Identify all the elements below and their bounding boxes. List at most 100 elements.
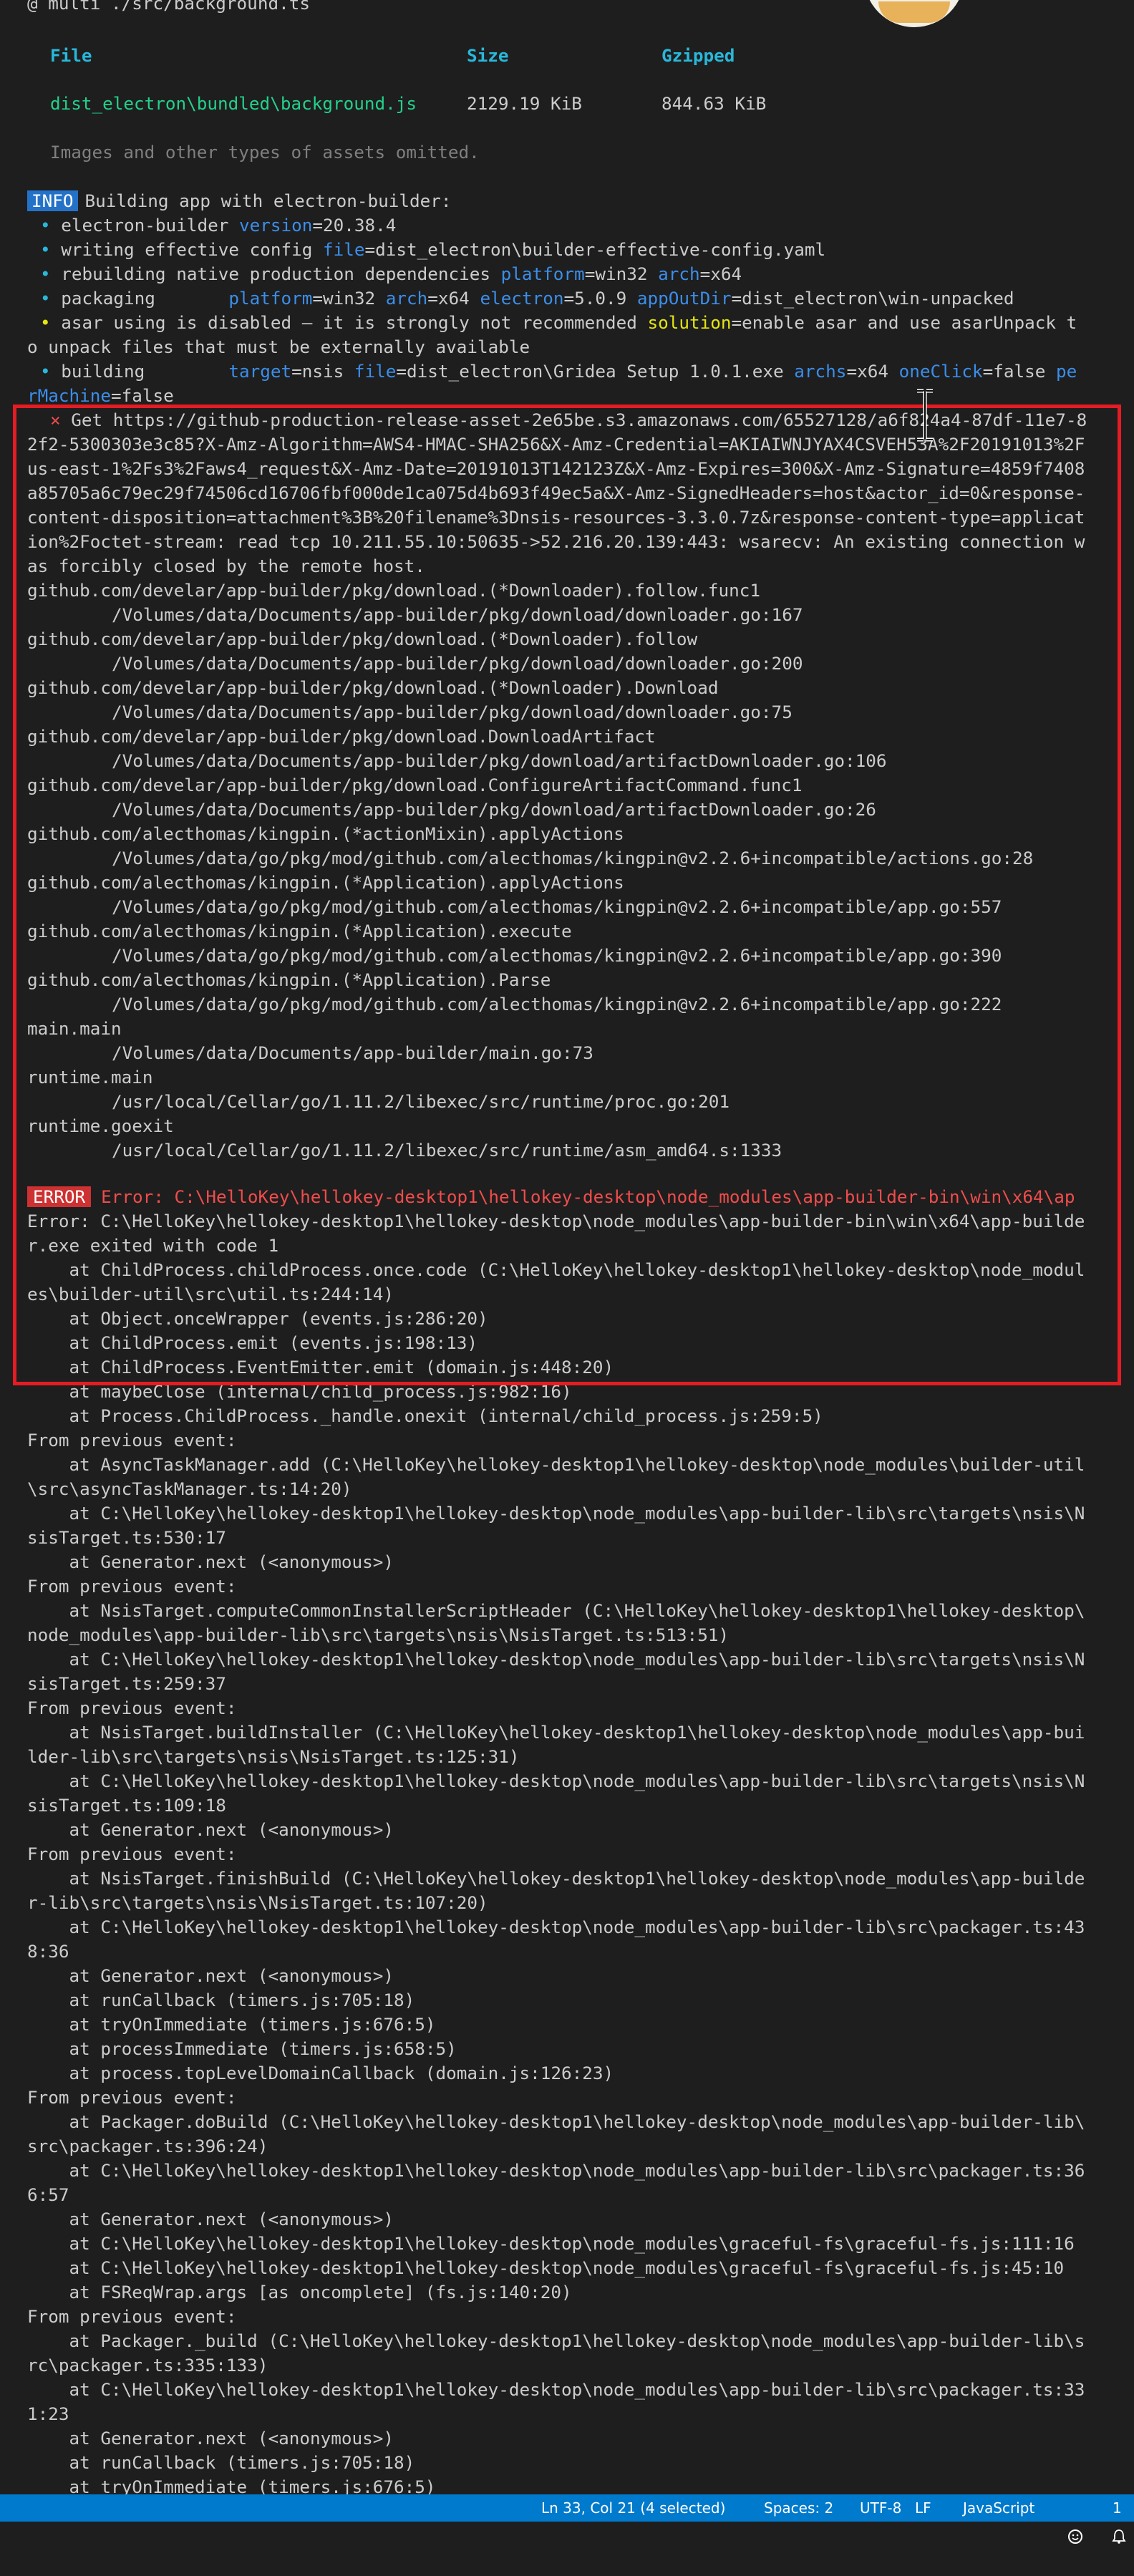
stack-file-path: /Volumes/data/Documents/app-builder/pkg/… (112, 799, 876, 820)
eb-line-building-cont: rMachine=false (27, 385, 174, 406)
trace-line: 8:36 (27, 1941, 69, 1962)
eb-line-version: • electron-builder version=20.38.4 (40, 215, 397, 236)
stack-file-path: /Volumes/data/Documents/app-builder/pkg/… (112, 604, 803, 625)
trace-line: at C:\HelloKey\hellokey-desktop1\helloke… (27, 1503, 1085, 1524)
stack-file-path: /Volumes/data/go/pkg/mod/github.com/alec… (112, 896, 1002, 917)
terminal-panel[interactable]: @ multi ./src/background.ts File Size Gzip… (0, 0, 1134, 2494)
stack-file-path: /usr/local/Cellar/go/1.11.2/libexec/src/… (112, 1091, 730, 1112)
indentation-setting[interactable]: Spaces: 2 (764, 2494, 833, 2522)
fail-mark-icon: × (50, 410, 61, 430)
end-of-line[interactable]: LF (915, 2494, 931, 2522)
download-fail-line: 2f2-5300303e3c85?X-Amz-Algorithm=AWS4-HM… (27, 434, 1085, 455)
trace-line: at ChildProcess.EventEmitter.emit (domai… (27, 1357, 614, 1377)
trace-line: at AsyncTaskManager.add (C:\HelloKey\hel… (27, 1454, 1085, 1475)
trace-line: at Object.onceWrapper (events.js:286:20) (27, 1308, 488, 1329)
trace-line: r-lib\src\targets\nsis\NsisTarget.ts:107… (27, 1892, 488, 1913)
stack-function: runtime.goexit (27, 1115, 174, 1136)
stack-function: runtime.main (27, 1067, 153, 1088)
stack-function: main.main (27, 1018, 122, 1039)
webpack-entry-line: @ multi ./src/background.ts (27, 0, 310, 14)
trace-line: 6:57 (27, 2184, 69, 2205)
trace-line: \src\asyncTaskManager.ts:14:20) (27, 1478, 352, 1499)
stack-function: github.com/develar/app-builder/pkg/downl… (27, 775, 803, 795)
trace-line: at Generator.next (<anonymous>) (27, 2209, 394, 2229)
trace-line: at Packager.doBuild (C:\HelloKey\helloke… (27, 2111, 1085, 2132)
stack-file-path: /Volumes/data/go/pkg/mod/github.com/alec… (112, 994, 1002, 1015)
trace-line: From previous event: (27, 1844, 237, 1864)
stack-file-path: /Volumes/data/Documents/app-builder/main… (112, 1042, 593, 1063)
stack-file-path: /Volumes/data/Documents/app-builder/pkg/… (112, 750, 887, 771)
stack-function: github.com/develar/app-builder/pkg/downl… (27, 629, 698, 649)
stack-function: github.com/develar/app-builder/pkg/downl… (27, 726, 656, 747)
trace-line: es\builder-util\src\util.ts:244:14) (27, 1284, 394, 1304)
assets-table-header: File Size Gzipped (27, 44, 1115, 68)
notification-count: 1 (1113, 2499, 1122, 2517)
asset-gzipped-size: 844.63 KiB (662, 93, 767, 114)
file-encoding[interactable]: UTF-8 (860, 2494, 901, 2522)
eb-line-asar-warning: • asar using is disabled — it is strongl… (40, 312, 1077, 333)
stack-function: github.com/alecthomas/kingpin.(*actionMi… (27, 823, 624, 844)
stack-function: github.com/develar/app-builder/pkg/downl… (27, 580, 760, 601)
info-badge: INFO (27, 190, 78, 211)
asset-file-name: dist_electron\bundled\background.js (50, 93, 417, 114)
download-fail-line: as forcibly closed by the remote host. (27, 556, 425, 576)
trace-line: src\packager.ts:396:24) (27, 2136, 268, 2156)
eb-line-asar-warning-cont: o unpack files that must be externally a… (27, 336, 530, 357)
language-mode[interactable]: JavaScript (963, 2494, 1034, 2522)
status-bar: Ln 33, Col 21 (4 selected) Spaces: 2 UTF… (0, 2494, 1134, 2544)
trace-line: Error: C:\HelloKey\hellokey-desktop1\hel… (27, 1211, 1085, 1231)
error-badge: ERROR (27, 1186, 92, 1207)
trace-line: From previous event: (27, 2087, 237, 2108)
trace-line: From previous event: (27, 2306, 237, 2327)
trace-line: rc\packager.ts:335:133) (27, 2355, 268, 2376)
download-fail-line: a85705a6c79ec29f74506cd16706fbf000de1ca0… (27, 483, 1085, 503)
column-header-size: Size (467, 45, 509, 66)
trace-line: at C:\HelloKey\hellokey-desktop1\helloke… (27, 2257, 1065, 2278)
error-title: Error: C:\HelloKey\hellokey-desktop1\hel… (101, 1186, 1075, 1207)
trace-line: at Generator.next (<anonymous>) (27, 1965, 394, 1986)
download-fail-line: ion%2Foctet-stream: read tcp 10.211.55.1… (27, 531, 1085, 552)
trace-line: at Generator.next (<anonymous>) (27, 1551, 394, 1572)
assets-omitted-note: Images and other types of assets omitted… (50, 142, 480, 163)
trace-line: node_modules\app-builder-lib\src\targets… (27, 1624, 730, 1645)
column-header-gzipped: Gzipped (662, 45, 735, 66)
eb-line-packaging: • packaging platform=win32 arch=x64 elec… (40, 288, 1014, 309)
trace-line: 1:23 (27, 2403, 69, 2424)
trace-line: at NsisTarget.buildInstaller (C:\HelloKe… (27, 1722, 1085, 1743)
trace-line: at C:\HelloKey\hellokey-desktop1\helloke… (27, 2379, 1085, 2400)
trace-line: at tryOnImmediate (timers.js:676:5) (27, 2476, 436, 2494)
stack-file-path: /Volumes/data/go/pkg/mod/github.com/alec… (112, 848, 1034, 868)
stack-function: github.com/alecthomas/kingpin.(*Applicat… (27, 872, 624, 893)
cursor-position[interactable]: Ln 33, Col 21 (4 selected) (541, 2494, 725, 2522)
trace-line: at NsisTarget.finishBuild (C:\HelloKey\h… (27, 1868, 1085, 1889)
download-fail-line: × Get https://github-production-release-… (27, 408, 1115, 432)
trace-line: sisTarget.ts:109:18 (27, 1795, 226, 1816)
stack-file-path: /usr/local/Cellar/go/1.11.2/libexec/src/… (112, 1140, 782, 1161)
feedback-smiley-icon[interactable] (1050, 2494, 1083, 2576)
trace-line: lder-lib\src\targets\nsis\NsisTarget.ts:… (27, 1746, 520, 1767)
trace-line: sisTarget.ts:530:17 (27, 1527, 226, 1548)
assets-table-row: dist_electron\bundled\background.js 2129.… (27, 92, 1115, 116)
build-info-text: Building app with electron-builder: (84, 190, 452, 211)
trace-line: sisTarget.ts:259:37 (27, 1673, 226, 1694)
column-header-file: File (50, 45, 92, 66)
trace-line: at Generator.next (<anonymous>) (27, 1819, 394, 1840)
stack-function: github.com/develar/app-builder/pkg/downl… (27, 677, 719, 698)
download-fail-line: content-disposition=attachment%3B%20file… (27, 507, 1085, 528)
stack-file-path: /Volumes/data/Documents/app-builder/pkg/… (112, 702, 793, 722)
trace-line: at runCallback (timers.js:705:18) (27, 1990, 415, 2010)
trace-line: at Process.ChildProcess._handle.onexit (… (27, 1405, 823, 1426)
stack-function: github.com/alecthomas/kingpin.(*Applicat… (27, 969, 551, 990)
stack-file-path: /Volumes/data/go/pkg/mod/github.com/alec… (112, 945, 1002, 966)
stack-function: github.com/alecthomas/kingpin.(*Applicat… (27, 921, 572, 941)
trace-line: From previous event: (27, 1698, 237, 1718)
eb-line-building: • building target=nsis file=dist_electro… (40, 361, 1077, 382)
trace-line: at runCallback (timers.js:705:18) (27, 2452, 415, 2473)
eb-line-rebuild: • rebuilding native production dependenc… (40, 263, 742, 284)
trace-line: at processImmediate (timers.js:658:5) (27, 2038, 457, 2059)
trace-line: at C:\HelloKey\hellokey-desktop1\helloke… (27, 1649, 1085, 1670)
trace-line: at process.topLevelDomainCallback (domai… (27, 2063, 614, 2083)
trace-line: at C:\HelloKey\hellokey-desktop1\helloke… (27, 1771, 1085, 1791)
trace-line: at ChildProcess.childProcess.once.code (… (27, 1259, 1085, 1280)
trace-line: From previous event: (27, 1430, 237, 1451)
